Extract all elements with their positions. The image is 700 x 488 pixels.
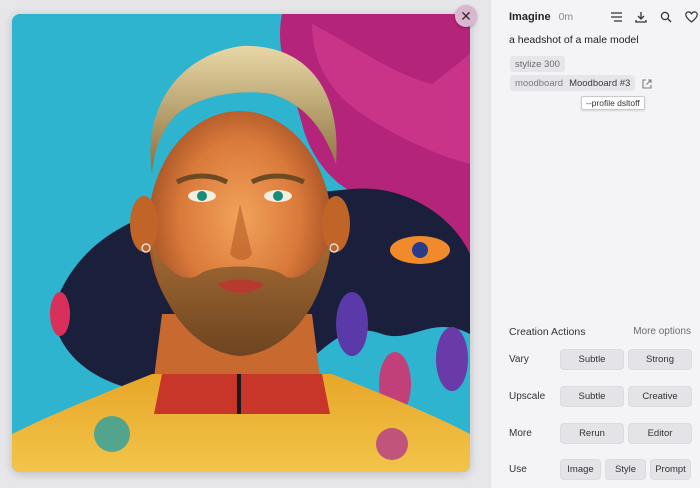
- details-header: Imagine 0m: [509, 9, 699, 25]
- prompt-text[interactable]: a headshot of a male model: [509, 34, 694, 46]
- image-viewer-pane: ✕: [0, 0, 490, 488]
- creation-actions-title: Creation Actions: [509, 326, 586, 338]
- job-title: Imagine: [509, 11, 551, 23]
- generated-image[interactable]: [12, 14, 470, 472]
- upscale-subtle-button[interactable]: Subtle: [560, 386, 624, 407]
- stylize-param: stylize 300: [510, 56, 565, 72]
- vary-strong-button[interactable]: Strong: [628, 349, 692, 370]
- upscale-label: Upscale: [509, 391, 546, 402]
- use-image-button[interactable]: Image: [560, 459, 601, 480]
- vary-subtle-button[interactable]: Subtle: [560, 349, 624, 370]
- download-icon[interactable]: [633, 9, 649, 25]
- use-prompt-button[interactable]: Prompt: [650, 459, 691, 480]
- moodboard-value: Moodboard #3: [569, 77, 631, 89]
- editor-button[interactable]: Editor: [628, 423, 692, 444]
- use-style-button[interactable]: Style: [605, 459, 646, 480]
- external-link-icon[interactable]: [641, 77, 653, 89]
- moodboard-param[interactable]: moodboard Moodboard #3: [510, 75, 636, 91]
- close-icon: ✕: [460, 8, 472, 24]
- upscale-creative-button[interactable]: Creative: [628, 386, 692, 407]
- moodboard-key: moodboard: [515, 77, 564, 89]
- more-label: More: [509, 428, 532, 439]
- profile-tooltip: --profile dsltoff: [581, 96, 645, 110]
- job-time: 0m: [558, 11, 574, 23]
- more-options-link[interactable]: More options: [633, 326, 691, 337]
- menu-lines-icon[interactable]: [608, 9, 624, 25]
- heart-icon[interactable]: [683, 9, 699, 25]
- search-icon[interactable]: [658, 9, 674, 25]
- portrait-illustration: [12, 14, 470, 472]
- details-sidebar: Imagine 0m a headshot of a male model st…: [490, 0, 700, 488]
- vary-label: Vary: [509, 354, 529, 365]
- close-button[interactable]: ✕: [455, 5, 477, 27]
- use-label: Use: [509, 464, 527, 475]
- rerun-button[interactable]: Rerun: [560, 423, 624, 444]
